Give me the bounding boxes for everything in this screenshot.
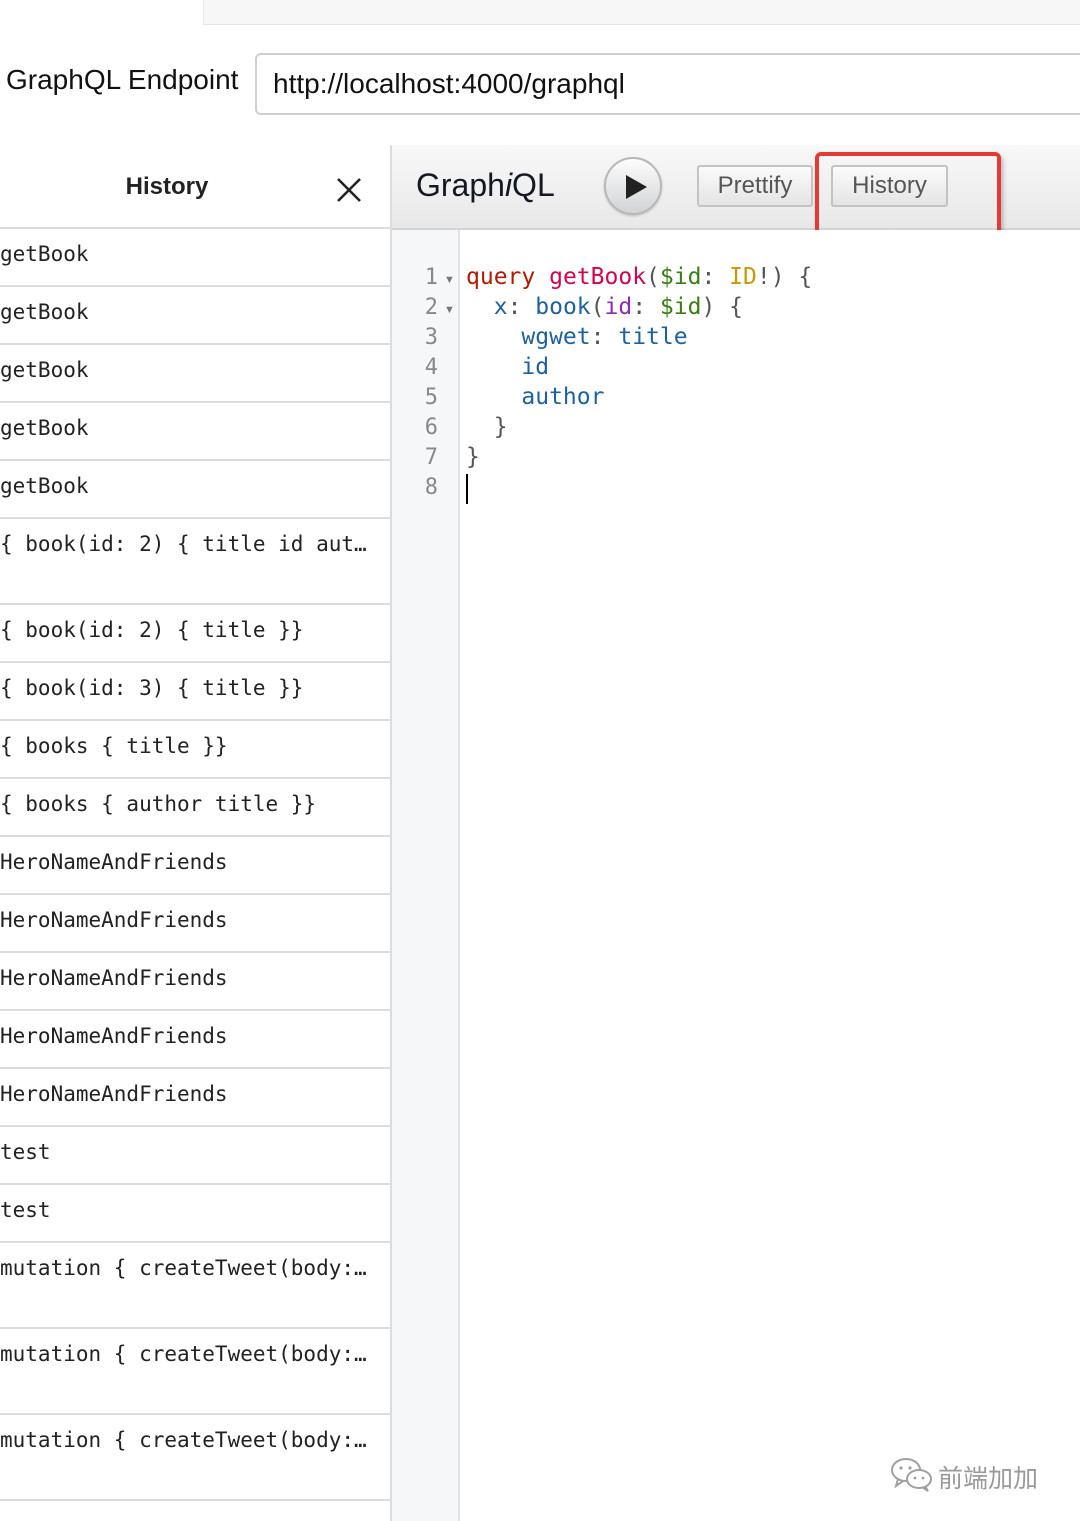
- fold-arrow-icon[interactable]: ▼: [444, 304, 455, 316]
- variable: $id: [659, 294, 702, 320]
- history-header: History: [0, 145, 390, 229]
- watermark: 前端加加: [890, 1455, 1060, 1495]
- graphiql-title: GraphiQL: [416, 167, 555, 204]
- history-item[interactable]: getBook: [0, 345, 390, 403]
- line-number: 6: [424, 415, 438, 440]
- punctuation: ) {: [701, 294, 744, 320]
- history-item[interactable]: getBook: [0, 229, 390, 287]
- history-item[interactable]: { book(id: 2) { title }}: [0, 605, 390, 663]
- code-line: query getBook($id: ID!) {: [466, 264, 812, 290]
- field: id: [521, 354, 550, 380]
- line-number: 8: [424, 475, 438, 500]
- history-item[interactable]: mutation { createTweet(body:…: [0, 1415, 390, 1501]
- line-number: 1: [424, 265, 438, 290]
- punctuation: }: [493, 414, 508, 440]
- field: book: [535, 294, 591, 320]
- keyword: query: [466, 264, 536, 290]
- operation-name: getBook: [549, 264, 647, 290]
- run-button[interactable]: [604, 157, 662, 215]
- endpoint-label: GraphQL Endpoint: [6, 64, 239, 95]
- punctuation: :: [701, 264, 730, 290]
- watermark-text: 前端加加: [938, 1464, 1039, 1493]
- history-item[interactable]: HeroNameAndFriends: [0, 1011, 390, 1069]
- highlight-annotation: [815, 152, 1001, 238]
- history-list: getBook getBook getBook getBook getBook …: [0, 229, 390, 1501]
- history-item[interactable]: getBook: [0, 403, 390, 461]
- title-italic: i: [504, 167, 513, 203]
- history-item[interactable]: HeroNameAndFriends: [0, 837, 390, 895]
- line-gutter: 1 ▼ 2 ▼ 3 4 5 6 7 8: [392, 230, 460, 1521]
- code-line: author: [466, 384, 604, 410]
- line-number: 4: [424, 355, 438, 380]
- code-line: }: [466, 444, 480, 470]
- history-item[interactable]: HeroNameAndFriends: [0, 1069, 390, 1127]
- punctuation: (: [590, 294, 605, 320]
- close-icon[interactable]: [334, 175, 364, 205]
- code-line: id: [466, 354, 549, 380]
- wechat-icon: [891, 1458, 932, 1492]
- text-cursor: [466, 474, 468, 504]
- title-prefix: Graph: [416, 167, 505, 203]
- line-number: 5: [424, 385, 438, 410]
- line-number: 7: [424, 445, 438, 470]
- top-bar-strip: [203, 0, 1080, 25]
- fold-arrow-icon[interactable]: ▼: [444, 274, 455, 286]
- play-icon: [626, 175, 647, 199]
- variable: $id: [659, 264, 702, 290]
- history-item[interactable]: getBook: [0, 287, 390, 345]
- field: title: [618, 324, 688, 350]
- punctuation: :: [632, 294, 660, 320]
- type-name: ID: [729, 264, 757, 290]
- field: author: [521, 384, 605, 410]
- history-item[interactable]: getBook: [0, 461, 390, 519]
- history-item[interactable]: { book(id: 3) { title }}: [0, 663, 390, 721]
- alias: x: [493, 294, 508, 320]
- history-item[interactable]: { book(id: 2) { title id aut…: [0, 519, 390, 605]
- history-item[interactable]: test: [0, 1127, 390, 1185]
- endpoint-input[interactable]: [255, 53, 1080, 115]
- punctuation: !) {: [756, 264, 813, 290]
- line-number: 3: [424, 325, 438, 350]
- punctuation: }: [466, 444, 480, 470]
- history-item[interactable]: test: [0, 1185, 390, 1243]
- code-line: x: book(id: $id) {: [466, 294, 743, 320]
- history-item[interactable]: { books { title }}: [0, 721, 390, 779]
- argument: id: [604, 294, 633, 320]
- code-line: }: [466, 414, 508, 440]
- punctuation: (: [646, 264, 660, 290]
- history-panel: History getBook getBook getBook getBook …: [0, 145, 392, 1521]
- history-item[interactable]: mutation { createTweet(body:…: [0, 1243, 390, 1329]
- history-item[interactable]: { books { author title }}: [0, 779, 390, 837]
- line-number: 2: [424, 295, 438, 320]
- query-editor[interactable]: 1 ▼ 2 ▼ 3 4 5 6 7 8 query getBook($id: I…: [392, 230, 1080, 1521]
- prettify-button[interactable]: Prettify: [697, 165, 813, 207]
- history-item[interactable]: HeroNameAndFriends: [0, 895, 390, 953]
- title-suffix: QL: [512, 167, 555, 203]
- history-item[interactable]: mutation { createTweet(body:…: [0, 1329, 390, 1415]
- history-item[interactable]: HeroNameAndFriends: [0, 953, 390, 1011]
- history-title: History: [125, 173, 209, 200]
- alias: wgwet: [521, 324, 591, 350]
- code-line: wgwet: title: [466, 324, 688, 350]
- punctuation: :: [507, 294, 536, 320]
- punctuation: :: [590, 324, 619, 350]
